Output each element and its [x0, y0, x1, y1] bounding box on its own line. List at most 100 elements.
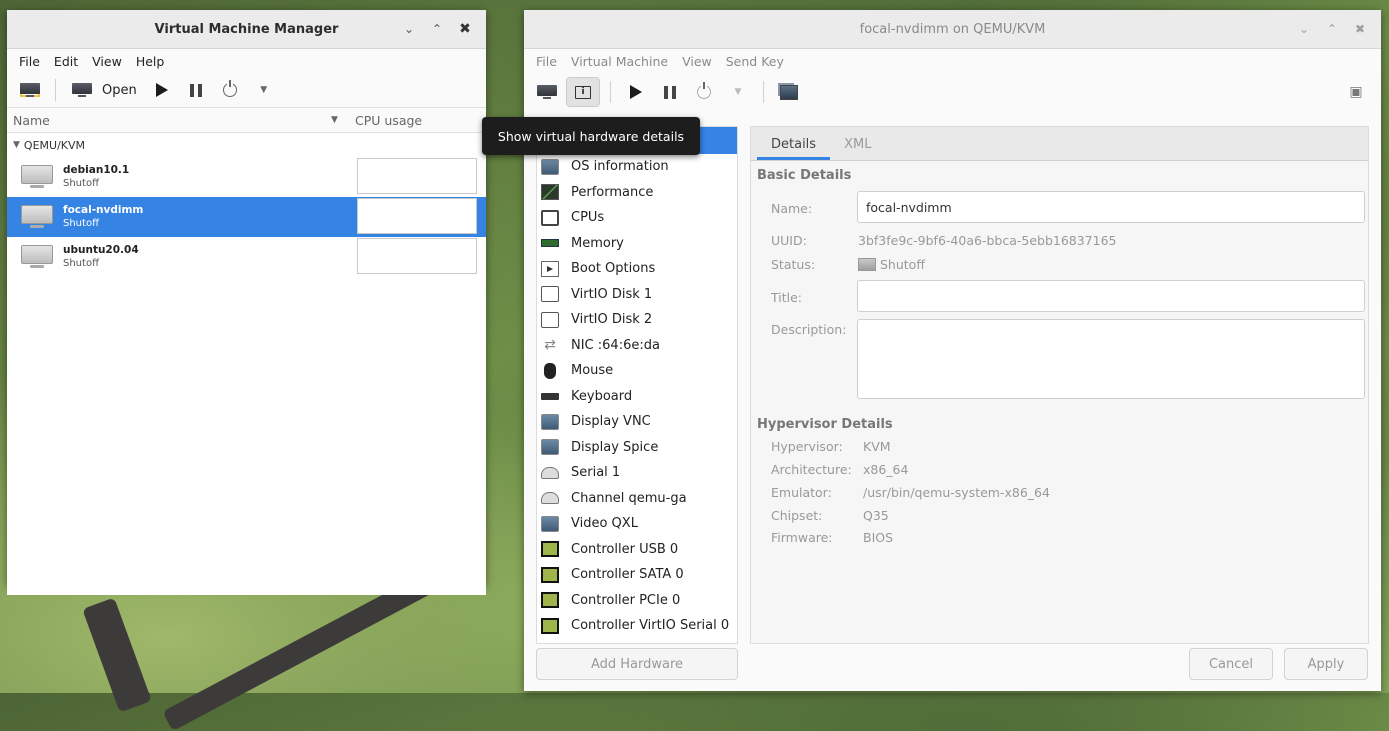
- menu-edit[interactable]: Edit: [48, 54, 84, 69]
- shutdown-button[interactable]: [215, 75, 245, 105]
- details-tabs: Details XML: [751, 127, 1368, 161]
- snapshots-button[interactable]: [774, 77, 804, 107]
- pause-button[interactable]: [181, 75, 211, 105]
- toolbar-separator: [610, 81, 611, 103]
- hardware-item-display-vnc[interactable]: Display VNC: [537, 409, 737, 435]
- hardware-item-nic[interactable]: ⇄ NIC :64:6e:da: [537, 333, 737, 359]
- hardware-item-controller-virtio-serial[interactable]: Controller VirtIO Serial 0: [537, 613, 737, 639]
- hypervisor-label: Hypervisor:: [771, 439, 843, 454]
- run-button[interactable]: [621, 77, 651, 107]
- monitor-icon: [537, 85, 557, 99]
- basic-details-heading: Basic Details: [757, 168, 852, 183]
- hardware-item-memory[interactable]: Memory: [537, 231, 737, 257]
- title-field[interactable]: [857, 280, 1365, 312]
- network-icon: ⇄: [544, 337, 556, 354]
- close-icon[interactable]: ✖: [454, 18, 476, 40]
- expand-arrow-icon: ▼: [13, 140, 20, 150]
- add-hardware-button[interactable]: Add Hardware: [536, 648, 738, 680]
- manager-titlebar[interactable]: Virtual Machine Manager ⌄ ⌃ ✖: [7, 10, 486, 49]
- shutdown-menu-button[interactable]: ▼: [249, 75, 279, 105]
- close-icon[interactable]: ✖: [1349, 18, 1371, 40]
- power-icon: [697, 82, 711, 99]
- hardware-item-disk-1[interactable]: VirtIO Disk 1: [537, 282, 737, 308]
- wallpaper-branch: [82, 597, 152, 713]
- play-icon: [155, 83, 168, 97]
- hardware-item-controller-pcie[interactable]: Controller PCIe 0: [537, 588, 737, 614]
- hardware-item-controller-usb[interactable]: Controller USB 0: [537, 537, 737, 563]
- disk-icon: [541, 311, 559, 328]
- details-toolbar: i ▼ ▣: [524, 73, 1381, 111]
- column-cpu-header[interactable]: CPU usage: [355, 113, 422, 128]
- hardware-item-serial[interactable]: Serial 1: [537, 460, 737, 486]
- hardware-item-video[interactable]: Video QXL: [537, 511, 737, 537]
- toolbar-separator: [763, 81, 764, 103]
- shutdown-menu-button[interactable]: ▼: [723, 77, 753, 107]
- tab-details[interactable]: Details: [757, 137, 831, 160]
- cancel-button[interactable]: Cancel: [1189, 648, 1273, 680]
- hardware-item-keyboard[interactable]: Keyboard: [537, 384, 737, 410]
- hardware-item-mouse[interactable]: Mouse: [537, 358, 737, 384]
- hardware-item-label: Performance: [571, 184, 654, 200]
- console-button[interactable]: [532, 77, 562, 107]
- controller-icon: [541, 592, 559, 609]
- hardware-item-label: Video QXL: [571, 516, 638, 532]
- hardware-item-label: CPUs: [571, 210, 605, 226]
- menu-send-key[interactable]: Send Key: [720, 54, 790, 69]
- menu-chevron-icon[interactable]: ⌄: [1293, 18, 1315, 40]
- pause-icon: [664, 85, 676, 99]
- hardware-item-os-information[interactable]: OS information: [537, 154, 737, 180]
- fullscreen-button[interactable]: ▣: [1341, 77, 1371, 107]
- tab-xml[interactable]: XML: [830, 137, 885, 160]
- vm-list: ▼ QEMU/KVM debian10.1 Shutoff focal-nvdi…: [7, 133, 486, 595]
- description-field[interactable]: [857, 319, 1365, 399]
- vm-row-selected[interactable]: focal-nvdimm Shutoff: [7, 197, 486, 237]
- cpu-usage-graph: [357, 238, 477, 274]
- hardware-item-label: VirtIO Disk 1: [571, 286, 653, 302]
- menu-view[interactable]: View: [86, 54, 128, 69]
- menu-view[interactable]: View: [676, 54, 718, 69]
- column-name-header[interactable]: Name: [13, 113, 50, 128]
- vm-row[interactable]: ubuntu20.04 Shutoff: [7, 237, 486, 277]
- performance-icon: [541, 184, 559, 201]
- connection-group[interactable]: ▼ QEMU/KVM: [7, 133, 486, 157]
- vm-details-window: focal-nvdimm on QEMU/KVM ⌄ ⌃ ✖ File Virt…: [524, 10, 1381, 691]
- hardware-item-boot-options[interactable]: Boot Options: [537, 256, 737, 282]
- hardware-list: OS information Performance CPUs Memory B…: [536, 126, 738, 644]
- hardware-item-label: Memory: [571, 235, 624, 251]
- display-icon: [541, 413, 559, 430]
- menu-file[interactable]: File: [13, 54, 46, 69]
- maximize-icon[interactable]: ⌃: [426, 18, 448, 40]
- manager-menubar: File Edit View Help: [7, 49, 486, 73]
- hardware-item-display-spice[interactable]: Display Spice: [537, 435, 737, 461]
- menu-virtual-machine[interactable]: Virtual Machine: [565, 54, 674, 69]
- menu-file[interactable]: File: [530, 54, 563, 69]
- uuid-value: 3bf3fe9c-9bf6-40a6-bbca-5ebb16837165: [858, 233, 1117, 248]
- hardware-item-channel[interactable]: Channel qemu-ga: [537, 486, 737, 512]
- status-value: Shutoff: [880, 257, 925, 272]
- maximize-icon[interactable]: ⌃: [1321, 18, 1343, 40]
- hardware-item-performance[interactable]: Performance: [537, 180, 737, 206]
- hardware-item-controller-sata[interactable]: Controller SATA 0: [537, 562, 737, 588]
- shutdown-button[interactable]: [689, 77, 719, 107]
- new-vm-button[interactable]: [15, 75, 45, 105]
- menu-help[interactable]: Help: [130, 54, 171, 69]
- menu-chevron-icon[interactable]: ⌄: [398, 18, 420, 40]
- details-titlebar[interactable]: focal-nvdimm on QEMU/KVM ⌄ ⌃ ✖: [524, 10, 1381, 49]
- hardware-item-cpus[interactable]: CPUs: [537, 205, 737, 231]
- pause-icon: [189, 83, 202, 97]
- open-button[interactable]: Open: [66, 75, 143, 105]
- hypervisor-value: KVM: [863, 439, 891, 454]
- hardware-details-button[interactable]: i: [566, 77, 600, 107]
- hardware-item-disk-2[interactable]: VirtIO Disk 2: [537, 307, 737, 333]
- vm-name: ubuntu20.04: [63, 244, 139, 256]
- pause-button[interactable]: [655, 77, 685, 107]
- apply-button[interactable]: Apply: [1284, 648, 1368, 680]
- description-label: Description:: [771, 322, 847, 337]
- fullscreen-icon: ▣: [1349, 84, 1363, 100]
- run-button[interactable]: [147, 75, 177, 105]
- name-label: Name:: [771, 201, 813, 216]
- name-field[interactable]: focal-nvdimm: [857, 191, 1365, 223]
- window-title: Virtual Machine Manager: [154, 21, 339, 37]
- hardware-item-label: Controller SATA 0: [571, 567, 684, 583]
- vm-row[interactable]: debian10.1 Shutoff: [7, 157, 486, 197]
